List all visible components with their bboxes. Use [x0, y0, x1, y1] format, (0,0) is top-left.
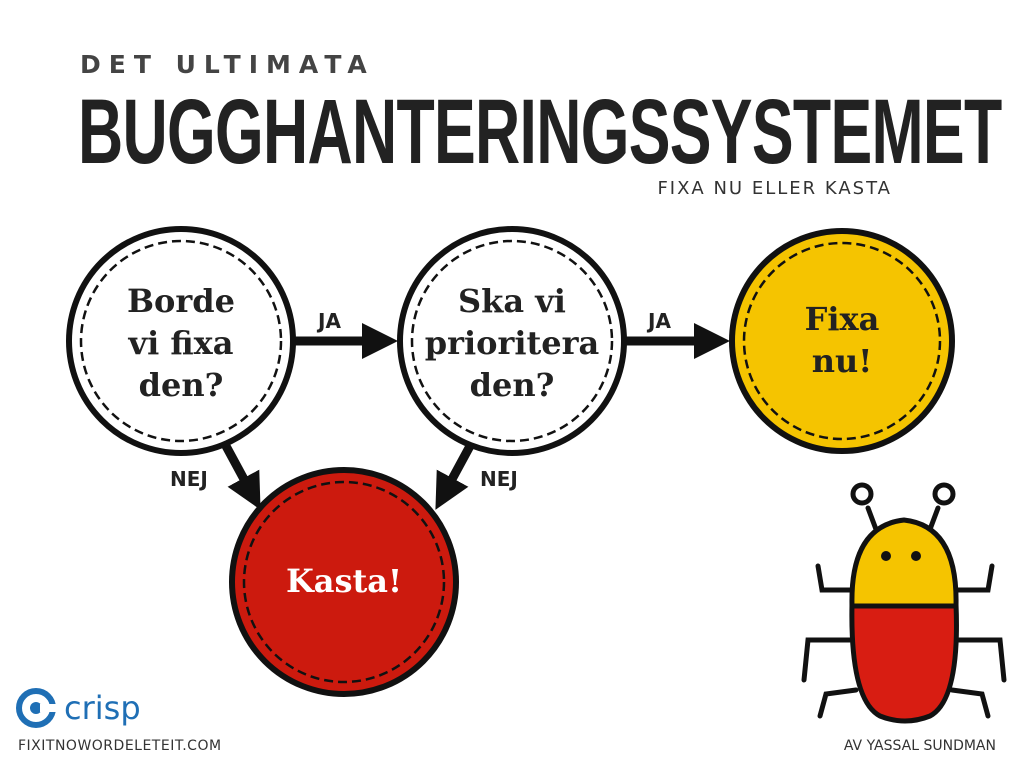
edge-label-no-2: NEJ — [480, 467, 518, 491]
node-fix-now-line-1: Fixa — [805, 300, 880, 338]
node-fix-now: Fixa nu! — [729, 228, 955, 454]
node-discard: Kasta! — [229, 467, 459, 697]
node-fix-question: Borde vi fixa den? — [66, 226, 296, 456]
edge-label-yes-2: JA — [646, 309, 671, 333]
node-fix-question-line-3: den? — [139, 366, 224, 404]
arrow-no-2 — [435, 443, 474, 510]
node-prioritize-question-line-3: den? — [470, 366, 555, 404]
node-prioritize-question: Ska vi prioritera den? — [397, 226, 627, 456]
website-url: FIXITNOWORDELETEIT.COM — [18, 738, 222, 754]
author-credit: AV YASSAL SUNDMAN — [843, 738, 996, 754]
crisp-logo-icon — [16, 688, 56, 728]
bug-illustration — [801, 482, 1007, 724]
node-fix-now-line-2: nu! — [812, 342, 873, 380]
node-fix-question-line-2: vi fixa — [128, 324, 234, 362]
node-fix-question-line-1: Borde — [127, 282, 235, 320]
flowchart: JA JA NEJ NEJ Borde vi fixa den? Ska vi … — [66, 226, 1007, 724]
edge-label-no-1: NEJ — [170, 467, 208, 491]
arrow-no-1 — [222, 443, 261, 510]
edge-label-yes-1: JA — [316, 309, 341, 333]
node-prioritize-question-line-1: Ska vi — [458, 282, 566, 320]
crisp-logo: crisp — [16, 688, 141, 728]
node-prioritize-question-line-2: prioritera — [425, 324, 599, 362]
node-discard-label: Kasta! — [286, 562, 402, 600]
crisp-logo-text: crisp — [64, 689, 141, 727]
